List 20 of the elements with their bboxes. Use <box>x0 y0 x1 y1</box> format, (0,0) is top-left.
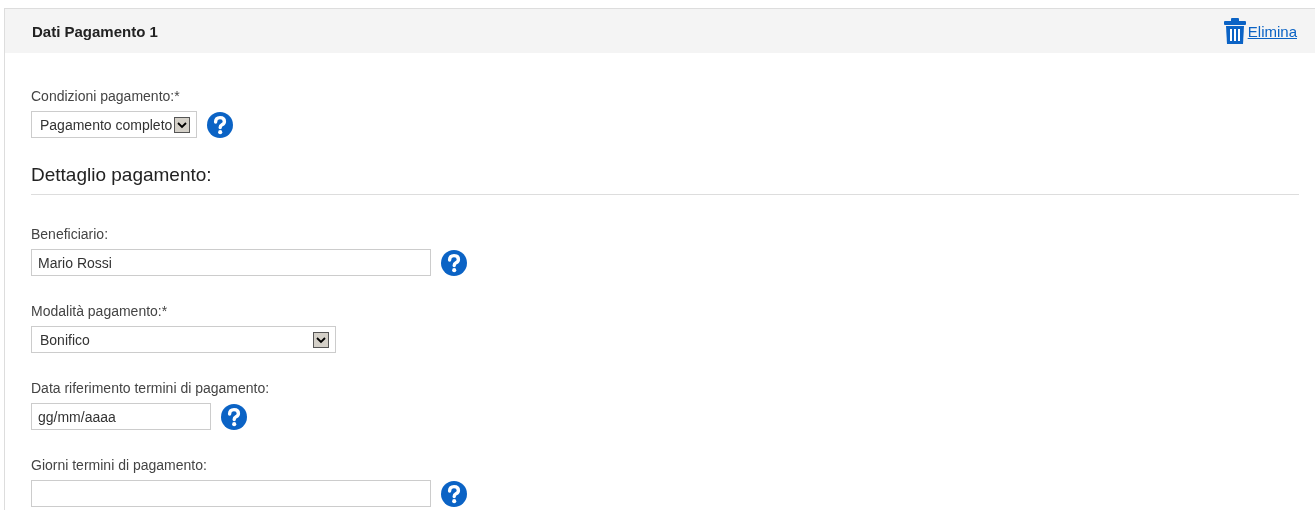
text-field[interactable]: gg/mm/aaaa <box>31 403 211 430</box>
panel-title: Dati Pagamento 1 <box>32 22 158 40</box>
field-label: Modalità pagamento:* <box>31 302 168 320</box>
dropdown[interactable]: Bonifico <box>31 326 336 353</box>
field-label: Beneficiario: <box>31 225 109 243</box>
dropdown[interactable]: Pagamento completo <box>31 111 198 138</box>
help-icon[interactable] <box>441 480 467 507</box>
chevron-down-icon <box>174 116 191 133</box>
field-label: Condizioni pagamento:* <box>31 87 180 105</box>
trash-icon <box>1223 18 1246 44</box>
field-label: Giorni termini di pagamento: <box>31 456 207 474</box>
help-icon[interactable] <box>221 403 247 430</box>
delete-link[interactable]: Elimina <box>1223 18 1297 44</box>
help-icon[interactable] <box>441 249 467 276</box>
field-label: Data riferimento termini di pagamento: <box>31 379 270 397</box>
text-field[interactable] <box>31 480 431 507</box>
text-field[interactable]: Mario Rossi <box>31 249 431 276</box>
help-icon[interactable] <box>207 111 234 138</box>
chevron-down-icon <box>313 331 329 348</box>
section-heading: Dettaglio pagamento: <box>31 164 213 186</box>
